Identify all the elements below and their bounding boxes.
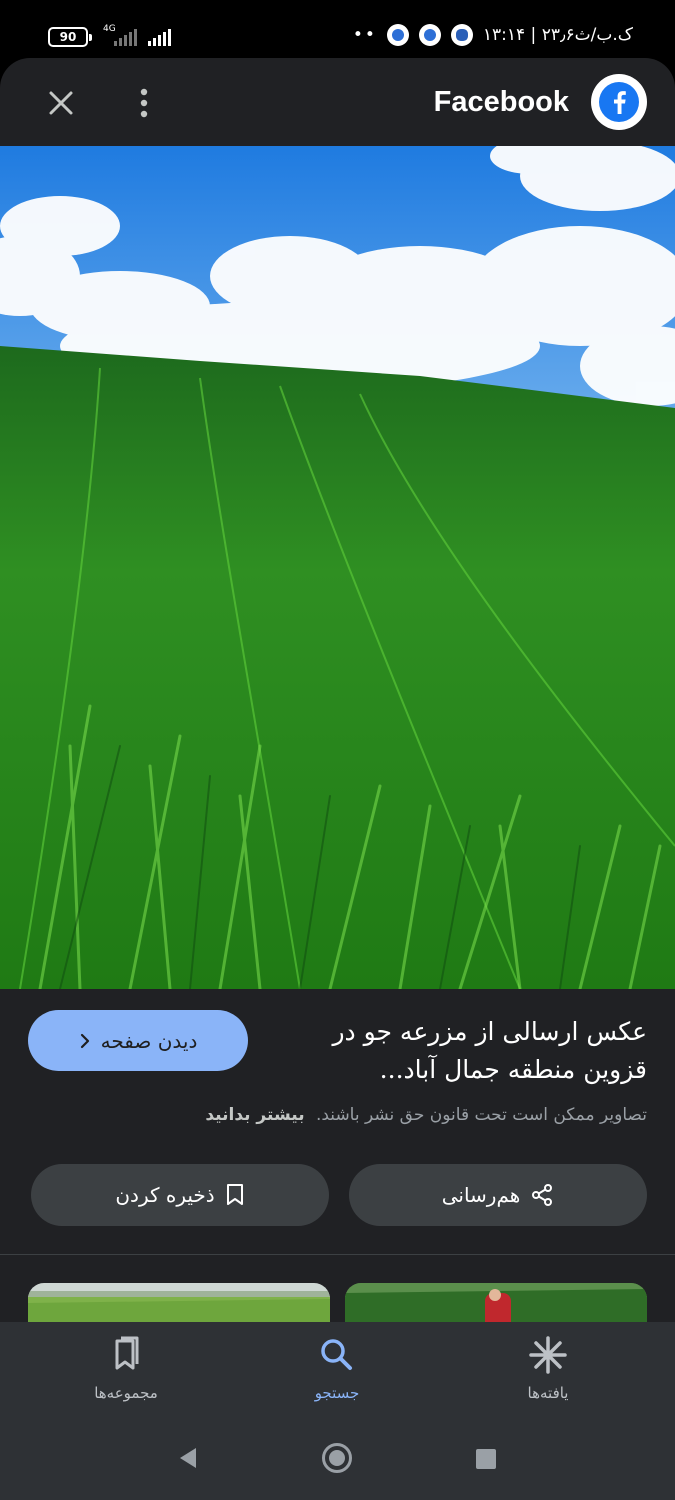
recents-square-icon[interactable] bbox=[476, 1449, 496, 1469]
chevron-right-icon bbox=[80, 1033, 89, 1048]
viewer-toolbar: Facebook bbox=[0, 58, 675, 146]
source-site-name[interactable]: Facebook bbox=[434, 80, 569, 124]
nav-collections[interactable]: مجموعه‌ها bbox=[46, 1336, 206, 1426]
search-icon bbox=[321, 1339, 352, 1370]
status-bar: 90 4G •• ۱۳:۱۴ | ۲۳٫۶ک.ب/ث bbox=[0, 0, 675, 64]
signal-sim2-icon bbox=[148, 28, 171, 46]
nav-search-label: جستجو bbox=[314, 1384, 360, 1402]
bottom-navigation: مجموعه‌ها جستجو یافته‌ها bbox=[0, 1322, 675, 1500]
app-notification-icon bbox=[386, 24, 409, 46]
share-button[interactable]: هم‌رسانی bbox=[349, 1164, 647, 1226]
result-image[interactable] bbox=[0, 146, 675, 989]
nav-discover[interactable]: یافته‌ها bbox=[468, 1336, 628, 1426]
close-button[interactable] bbox=[38, 80, 84, 126]
divider bbox=[0, 1254, 675, 1255]
more-vert-icon bbox=[140, 88, 148, 118]
status-right: •• ۱۳:۱۴ | ۲۳٫۶ک.ب/ث bbox=[353, 24, 633, 46]
save-label: ذخیره کردن bbox=[115, 1183, 215, 1207]
bookmark-icon bbox=[226, 1184, 243, 1205]
status-time: ۱۳:۱۴ | ۲۳٫۶ک.ب/ث bbox=[482, 25, 633, 45]
barley-field-photo bbox=[0, 146, 675, 989]
share-label: هم‌رسانی bbox=[441, 1183, 521, 1207]
notification-dots: •• bbox=[352, 25, 377, 45]
battery-indicator: 90 bbox=[48, 27, 92, 47]
nav-search[interactable]: جستجو bbox=[257, 1336, 417, 1426]
system-navigation-bar bbox=[0, 1434, 675, 1484]
discover-asterisk-icon bbox=[529, 1336, 567, 1374]
share-icon bbox=[532, 1184, 553, 1206]
image-viewer-sheet: Facebook دیدن صفحه عکس ارسالی از مزرعه ج… bbox=[0, 58, 675, 1500]
close-icon bbox=[49, 91, 73, 115]
save-button[interactable]: ذخیره کردن bbox=[31, 1164, 329, 1226]
nav-discover-label: یافته‌ها bbox=[527, 1384, 569, 1402]
copyright-text: تصاویر ممکن است تحت قانون حق نشر باشند. bbox=[315, 1105, 647, 1125]
learn-more-link[interactable]: بیشتر بدانید bbox=[205, 1105, 304, 1125]
bookmarks-icon bbox=[115, 1336, 139, 1370]
visit-page-button[interactable]: دیدن صفحه bbox=[28, 1010, 248, 1071]
result-title[interactable]: عکس ارسالی از مزرعه جو در قزوین منطقه جم… bbox=[287, 1013, 647, 1089]
signal-sim1-icon bbox=[114, 28, 137, 46]
copyright-notice: تصاویر ممکن است تحت قانون حق نشر باشند. … bbox=[27, 1105, 647, 1125]
more-options-button[interactable] bbox=[126, 80, 162, 126]
app-notification-icon bbox=[418, 24, 441, 46]
message-notification-icon bbox=[450, 24, 473, 46]
nav-collections-label: مجموعه‌ها bbox=[94, 1384, 158, 1402]
facebook-icon[interactable] bbox=[591, 74, 647, 130]
visit-button-label: دیدن صفحه bbox=[100, 1028, 198, 1053]
home-circle-icon[interactable] bbox=[321, 1442, 353, 1474]
back-triangle-icon[interactable] bbox=[178, 1446, 198, 1470]
